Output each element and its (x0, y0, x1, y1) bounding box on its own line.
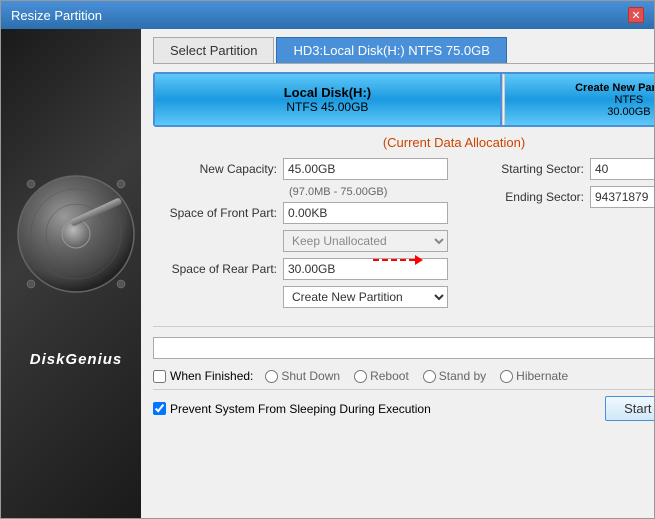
content-area: DiskGenius Select Partition HD3:Local Di… (1, 29, 654, 518)
when-finished-label: When Finished: (170, 369, 253, 383)
partition-right-fs: NTFS (615, 94, 644, 106)
main-window: Resize Partition ✕ (0, 0, 655, 519)
front-space-select[interactable]: Keep Unallocated (283, 230, 448, 252)
partition-left: Local Disk(H:) NTFS 45.00GB (155, 74, 502, 125)
right-panel: Select Partition HD3:Local Disk(H:) NTFS… (141, 29, 654, 518)
prevent-sleep-text: Prevent System From Sleeping During Exec… (170, 402, 431, 416)
partition-right: Create New Partition NTFS 30.00GB (505, 74, 654, 125)
ending-sector-row: Ending Sector: (460, 186, 654, 208)
start-button[interactable]: Start (605, 396, 654, 421)
new-capacity-hint: (97.0MB - 75.00GB) (153, 186, 448, 198)
disk-image: DiskGenius (1, 29, 141, 518)
radio-hibernate[interactable]: Hibernate (500, 369, 568, 383)
partition-left-label: Local Disk(H:) (284, 85, 371, 100)
progress-bar (153, 337, 654, 359)
close-button[interactable]: ✕ (628, 7, 644, 23)
rear-space-select[interactable]: Create New Partition (283, 286, 448, 308)
ending-sector-label: Ending Sector: (460, 190, 590, 204)
radio-hibernate-input[interactable] (500, 370, 513, 383)
partition-left-fs-size: NTFS 45.00GB (286, 100, 368, 114)
radio-reboot[interactable]: Reboot (354, 369, 409, 383)
when-finished-checkbox-label[interactable]: When Finished: (153, 369, 253, 383)
bottom-section: Prevent System From Sleeping During Exec… (153, 389, 654, 421)
radio-standby-input[interactable] (423, 370, 436, 383)
prevent-sleep-checkbox[interactable] (153, 402, 166, 415)
front-space-label: Space of Front Part: (153, 206, 283, 220)
when-finished-checkbox[interactable] (153, 370, 166, 383)
title-bar: Resize Partition ✕ (1, 1, 654, 29)
radio-standby[interactable]: Stand by (423, 369, 486, 383)
radio-hibernate-label: Hibernate (516, 369, 568, 383)
radio-reboot-input[interactable] (354, 370, 367, 383)
new-capacity-input[interactable] (283, 158, 448, 180)
front-space-row: Space of Front Part: (153, 202, 448, 224)
front-space-input[interactable] (283, 202, 448, 224)
radio-reboot-label: Reboot (370, 369, 409, 383)
radio-shutdown[interactable]: Shut Down (265, 369, 340, 383)
form-section: New Capacity: (97.0MB - 75.00GB) Space o… (153, 158, 654, 314)
starting-sector-input[interactable] (590, 158, 654, 180)
current-alloc-label: (Current Data Allocation) (153, 135, 654, 150)
starting-sector-label: Starting Sector: (460, 162, 590, 176)
form-divider (153, 326, 654, 327)
partition-right-label: Create New Partition (575, 82, 654, 94)
starting-sector-row: Starting Sector: (460, 158, 654, 180)
tab-select-partition[interactable]: Select Partition (153, 37, 274, 63)
when-finished-row: When Finished: Shut Down Reboot Stand by (153, 369, 654, 383)
form-right: Starting Sector: Ending Sector: (460, 158, 654, 314)
radio-shutdown-label: Shut Down (281, 369, 340, 383)
new-capacity-label: New Capacity: (153, 162, 283, 176)
rear-select-row: Create New Partition (153, 286, 448, 308)
front-select-row: Keep Unallocated (153, 230, 448, 252)
form-left: New Capacity: (97.0MB - 75.00GB) Space o… (153, 158, 448, 314)
action-buttons: Start Cancel (605, 396, 654, 421)
tab-disk-info[interactable]: HD3:Local Disk(H:) NTFS 75.0GB (276, 37, 507, 63)
new-capacity-row: New Capacity: (153, 158, 448, 180)
ending-sector-input[interactable] (590, 186, 654, 208)
radio-standby-label: Stand by (439, 369, 486, 383)
partition-visual: Local Disk(H:) NTFS 45.00GB Create New P… (153, 72, 654, 127)
disk-visual: DiskGenius (11, 124, 131, 424)
window-title: Resize Partition (11, 8, 102, 23)
partition-right-size: 30.00GB (607, 106, 650, 118)
tab-bar: Select Partition HD3:Local Disk(H:) NTFS… (153, 37, 654, 64)
left-panel: DiskGenius (1, 29, 141, 518)
disk-svg: DiskGenius (11, 124, 141, 444)
rear-space-label: Space of Rear Part: (153, 262, 283, 276)
prevent-sleep-label[interactable]: Prevent System From Sleeping During Exec… (153, 402, 431, 416)
radio-group: Shut Down Reboot Stand by Hibernate (265, 369, 568, 383)
radio-shutdown-input[interactable] (265, 370, 278, 383)
svg-text:DiskGenius: DiskGenius (30, 351, 123, 368)
